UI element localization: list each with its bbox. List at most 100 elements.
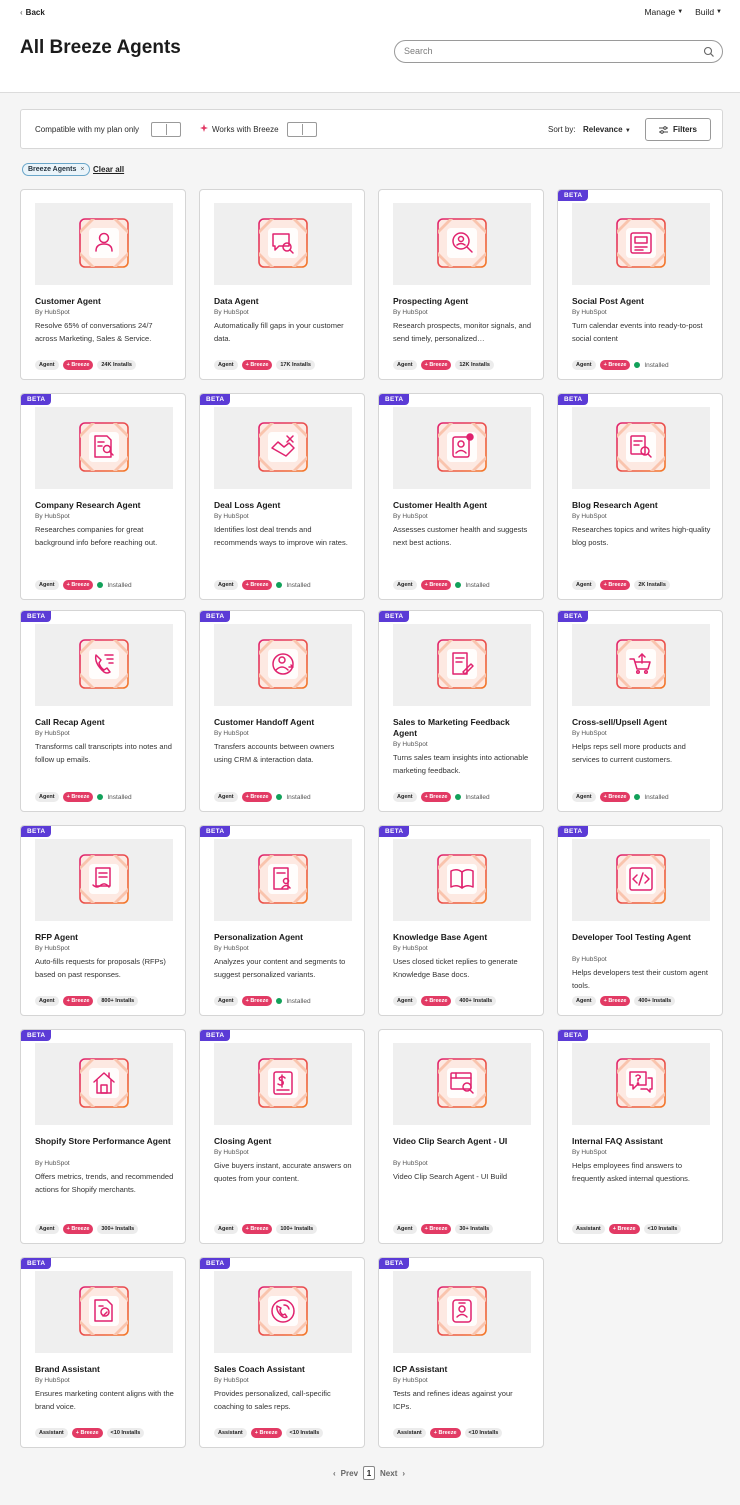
- agent-name[interactable]: Customer Health Agent: [393, 500, 533, 511]
- id-badge-icon: [437, 1286, 487, 1336]
- agent-thumbnail: [393, 839, 531, 921]
- clear-all-link[interactable]: Clear all: [93, 165, 124, 174]
- compatible-toggle[interactable]: [151, 122, 181, 137]
- agent-thumbnail: [393, 1271, 531, 1353]
- agent-description: Turns sales team insights into actionabl…: [393, 753, 529, 775]
- agent-author: By HubSpot: [393, 1377, 428, 1384]
- chevron-left-icon: ‹: [20, 8, 23, 17]
- search-input[interactable]: [404, 46, 694, 56]
- build-menu[interactable]: Build ▼: [695, 7, 722, 17]
- agent-name[interactable]: Deal Loss Agent: [214, 500, 354, 511]
- agent-author: By HubSpot: [393, 309, 428, 316]
- agent-card[interactable]: BETA Customer Handoff Agent By HubSpot Tran…: [199, 610, 365, 812]
- agent-card[interactable]: BETA Social Post Agent By HubSpot Turn cale…: [557, 189, 723, 380]
- agent-name[interactable]: Knowledge Base Agent: [393, 932, 533, 943]
- agent-name[interactable]: Internal FAQ Assistant: [572, 1136, 712, 1147]
- agent-author: By HubSpot: [35, 1160, 70, 1167]
- breeze-tag: + Breeze: [241, 792, 273, 802]
- agent-card[interactable]: BETA Brand Assistant By HubSpot Ensures mar…: [20, 1257, 186, 1448]
- agent-card[interactable]: BETA Shopify Store Performance Agent By Hu…: [20, 1029, 186, 1244]
- agent-description: Video Clip Search Agent - UI Build: [393, 1172, 508, 1181]
- agent-card[interactable]: BETA ICP Assistant By HubSpot Tests and ref…: [378, 1257, 544, 1448]
- agent-tags: Assistant + Breeze <10 Installs: [214, 1428, 324, 1438]
- sort-dropdown[interactable]: Relevance ▼: [583, 125, 631, 134]
- agent-card[interactable]: BETA Company Research Agent By HubSpot Rese…: [20, 393, 186, 600]
- agent-name[interactable]: RFP Agent: [35, 932, 175, 943]
- filters-button[interactable]: Filters: [645, 118, 711, 141]
- agent-thumbnail: [35, 1271, 173, 1353]
- breeze-toggle[interactable]: [287, 122, 317, 137]
- search-icon[interactable]: [703, 46, 715, 58]
- filter-bar: Compatible with my plan only Works with …: [20, 109, 723, 149]
- cart-up-icon: [616, 639, 666, 689]
- agent-description: Analyzes your content and segments to su…: [214, 957, 346, 979]
- chat-search-icon: [258, 218, 308, 268]
- next-button[interactable]: Next: [380, 1469, 397, 1478]
- agent-name[interactable]: Customer Handoff Agent: [214, 717, 354, 728]
- back-link[interactable]: ‹ Back: [20, 8, 45, 17]
- brand-doc-icon: [79, 1286, 129, 1336]
- agent-card[interactable]: BETA Closing Agent By HubSpot Give buyers i…: [199, 1029, 365, 1244]
- agent-card[interactable]: BETA Blog Research Agent By HubSpot Researc…: [557, 393, 723, 600]
- agent-name[interactable]: Developer Tool Testing Agent: [572, 932, 712, 943]
- agent-name[interactable]: Sales to Marketing Feedback Agent: [393, 717, 533, 739]
- agent-card[interactable]: Data Agent By HubSpot Automatically fill g…: [199, 189, 365, 380]
- agent-name[interactable]: Personalization Agent: [214, 932, 354, 943]
- agent-card[interactable]: Video Clip Search Agent - UI By HubSpot Vi…: [378, 1029, 544, 1244]
- close-icon[interactable]: ×: [80, 166, 84, 173]
- agent-name[interactable]: Closing Agent: [214, 1136, 354, 1147]
- agent-card[interactable]: BETA Call Recap Agent By HubSpot Transforms…: [20, 610, 186, 812]
- filters-label: Filters: [672, 125, 697, 134]
- agent-name[interactable]: Cross-sell/Upsell Agent: [572, 717, 712, 728]
- agent-name[interactable]: Social Post Agent: [572, 296, 712, 307]
- agent-description: Automatically fill gaps in your customer…: [214, 321, 344, 343]
- installed-label: Installed: [286, 793, 311, 801]
- type-tag: Agent: [393, 1224, 417, 1234]
- agent-description: Turn calendar events into ready-to-post …: [572, 321, 703, 343]
- filter-chip[interactable]: Breeze Agents ×: [22, 163, 91, 176]
- installed-status: Installed: [634, 362, 669, 369]
- page-title: All Breeze Agents: [20, 37, 181, 58]
- installs-tag: 2K Installs: [634, 580, 670, 590]
- compatible-label: Compatible with my plan only: [35, 125, 140, 134]
- agent-author: By HubSpot: [214, 309, 249, 316]
- search-box[interactable]: [394, 40, 723, 63]
- manage-menu[interactable]: Manage ▼: [644, 7, 683, 17]
- installs-tag: 800+ Installs: [97, 996, 139, 1006]
- agent-name[interactable]: Brand Assistant: [35, 1364, 175, 1375]
- agent-name[interactable]: Call Recap Agent: [35, 717, 175, 728]
- agent-thumbnail: [393, 203, 531, 285]
- beta-badge: BETA: [21, 611, 52, 622]
- page-number-button[interactable]: 1: [363, 1466, 376, 1480]
- agent-card[interactable]: BETA Deal Loss Agent By HubSpot Identifies …: [199, 393, 365, 600]
- agent-tags: Agent + Breeze Installed: [35, 792, 132, 802]
- agent-name[interactable]: Prospecting Agent: [393, 296, 533, 307]
- breeze-tag: + Breeze: [241, 996, 273, 1006]
- agent-card[interactable]: BETA Internal FAQ Assistant By HubSpot Help…: [557, 1029, 723, 1244]
- agent-card[interactable]: BETA Sales to Marketing Feedback Agent By …: [378, 610, 544, 812]
- agent-card[interactable]: BETA RFP Agent By HubSpot Auto-fills reques…: [20, 825, 186, 1016]
- agent-card[interactable]: BETA Knowledge Base Agent By HubSpot Uses c…: [378, 825, 544, 1016]
- top-nav: Manage ▼ Build ▼: [644, 7, 722, 17]
- agent-author: By HubSpot: [572, 956, 607, 963]
- agent-name[interactable]: Shopify Store Performance Agent: [35, 1136, 175, 1147]
- agent-name[interactable]: Customer Agent: [35, 296, 175, 307]
- agent-card[interactable]: BETA Personalization Agent By HubSpot Analy…: [199, 825, 365, 1016]
- prev-button[interactable]: Prev: [341, 1469, 358, 1478]
- agent-name[interactable]: Blog Research Agent: [572, 500, 712, 511]
- agent-name[interactable]: Data Agent: [214, 296, 354, 307]
- breeze-tag: + Breeze: [599, 996, 631, 1006]
- agent-card[interactable]: BETA Sales Coach Assistant By HubSpot Provi…: [199, 1257, 365, 1448]
- beta-badge: BETA: [379, 826, 410, 837]
- agent-name[interactable]: Video Clip Search Agent - UI: [393, 1136, 533, 1147]
- agent-card[interactable]: BETA Cross-sell/Upsell Agent By HubSpot Hel…: [557, 610, 723, 812]
- agent-name[interactable]: ICP Assistant: [393, 1364, 533, 1375]
- agent-name[interactable]: Company Research Agent: [35, 500, 175, 511]
- agent-card[interactable]: BETA Customer Health Agent By HubSpot Asses…: [378, 393, 544, 600]
- agent-name[interactable]: Sales Coach Assistant: [214, 1364, 354, 1375]
- agent-card[interactable]: BETA Developer Tool Testing Agent By HubSp…: [557, 825, 723, 1016]
- agent-author: By HubSpot: [214, 945, 249, 952]
- agent-card[interactable]: Customer Agent By HubSpot Resolve 65% of c…: [20, 189, 186, 380]
- installed-label: Installed: [107, 581, 132, 589]
- agent-card[interactable]: Prospecting Agent By HubSpot Research pros…: [378, 189, 544, 380]
